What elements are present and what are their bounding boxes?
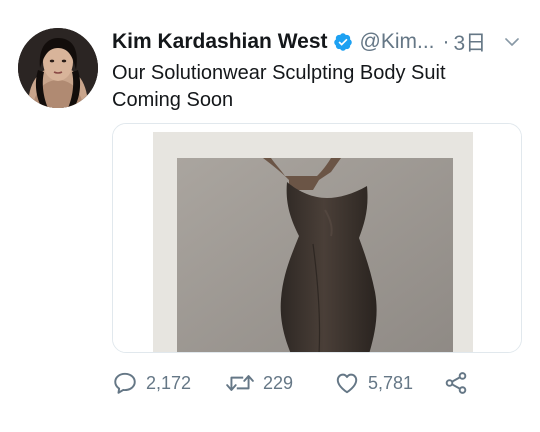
tweet-text-line: Coming Soon [112, 89, 234, 111]
author-handle[interactable]: @Kim... [360, 30, 435, 54]
author-name[interactable]: Kim Kardashian West [112, 30, 328, 54]
avatar-photo [18, 28, 98, 108]
avatar[interactable] [18, 28, 98, 108]
tweet-text-line: Our Solutionwear Sculpting Body Suit [112, 62, 446, 84]
tweet-actions: 2,172 229 5,781 [112, 366, 522, 400]
share-button[interactable] [443, 366, 469, 400]
reply-icon [112, 370, 138, 396]
like-count: 5,781 [368, 372, 414, 393]
heart-icon [334, 370, 360, 396]
verified-badge-icon [333, 32, 353, 52]
reply-button[interactable]: 2,172 [112, 366, 191, 400]
separator-dot: · [442, 30, 450, 53]
retweet-count: 229 [263, 372, 294, 393]
share-icon [443, 370, 469, 396]
retweet-button[interactable]: 229 [225, 366, 293, 400]
reply-count: 2,172 [146, 372, 192, 393]
chevron-down-icon[interactable] [502, 32, 522, 52]
retweet-icon [225, 370, 255, 396]
tweet-header: Kim Kardashian West @Kim... · 3日 [112, 26, 522, 58]
tweet-media[interactable] [112, 123, 522, 353]
media-photo [113, 124, 521, 352]
tweet-text: Our Solutionwear Sculpting Body Suit Com… [112, 60, 522, 114]
timestamp[interactable]: 3日 [454, 27, 487, 57]
like-button[interactable]: 5,781 [334, 366, 413, 400]
